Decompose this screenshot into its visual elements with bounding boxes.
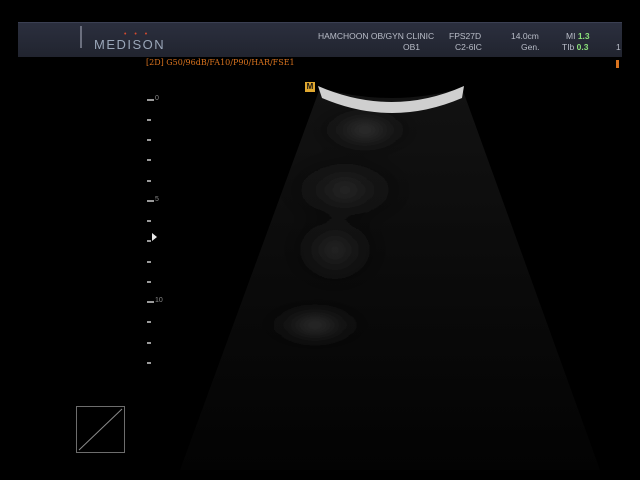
clinic-name: HAMCHOON OB/GYN CLINIC <box>318 31 435 41</box>
gray-map-line-icon <box>78 408 123 451</box>
mi-readout: MI 1.3 <box>566 31 590 41</box>
depth-tick <box>147 180 151 182</box>
tib-label: TIb <box>562 42 575 52</box>
frequency-readout: Gen. <box>521 42 540 52</box>
fps-label: FPS27D <box>449 31 482 41</box>
depth-label-5: 5 <box>155 196 159 203</box>
depth-tick <box>147 261 151 263</box>
preset-label: OB1 <box>403 42 421 52</box>
depth-tick <box>147 99 154 101</box>
orientation-marker-m: M <box>305 82 315 92</box>
orientation-mark <box>616 60 619 68</box>
tib-readout: TIb 0.3 <box>562 42 588 52</box>
focus-marker-icon[interactable] <box>152 233 157 241</box>
depth-readout: 14.0cm <box>511 31 539 41</box>
depth-tick <box>147 362 151 364</box>
depth-tick <box>147 220 151 222</box>
depth-tick <box>147 119 151 121</box>
depth-tick <box>147 159 151 161</box>
depth-tick <box>147 139 151 141</box>
mi-label: MI <box>566 31 576 41</box>
depth-tick <box>147 321 151 323</box>
depth-tick <box>147 240 151 242</box>
depth-tick <box>147 342 151 344</box>
depth-label-0: 0 <box>155 95 159 102</box>
depth-tick <box>147 301 154 303</box>
depth-tick <box>147 200 154 202</box>
right-edge-indicator: 1 <box>616 42 621 52</box>
depth-scale: 0 5 10 <box>0 0 200 400</box>
tib-value: 0.3 <box>576 42 589 52</box>
gray-map-curve <box>76 406 125 453</box>
probe-label: C2-6IC <box>455 42 482 52</box>
mi-value: 1.3 <box>577 31 590 41</box>
depth-label-10: 10 <box>155 297 163 304</box>
depth-tick <box>147 281 151 283</box>
